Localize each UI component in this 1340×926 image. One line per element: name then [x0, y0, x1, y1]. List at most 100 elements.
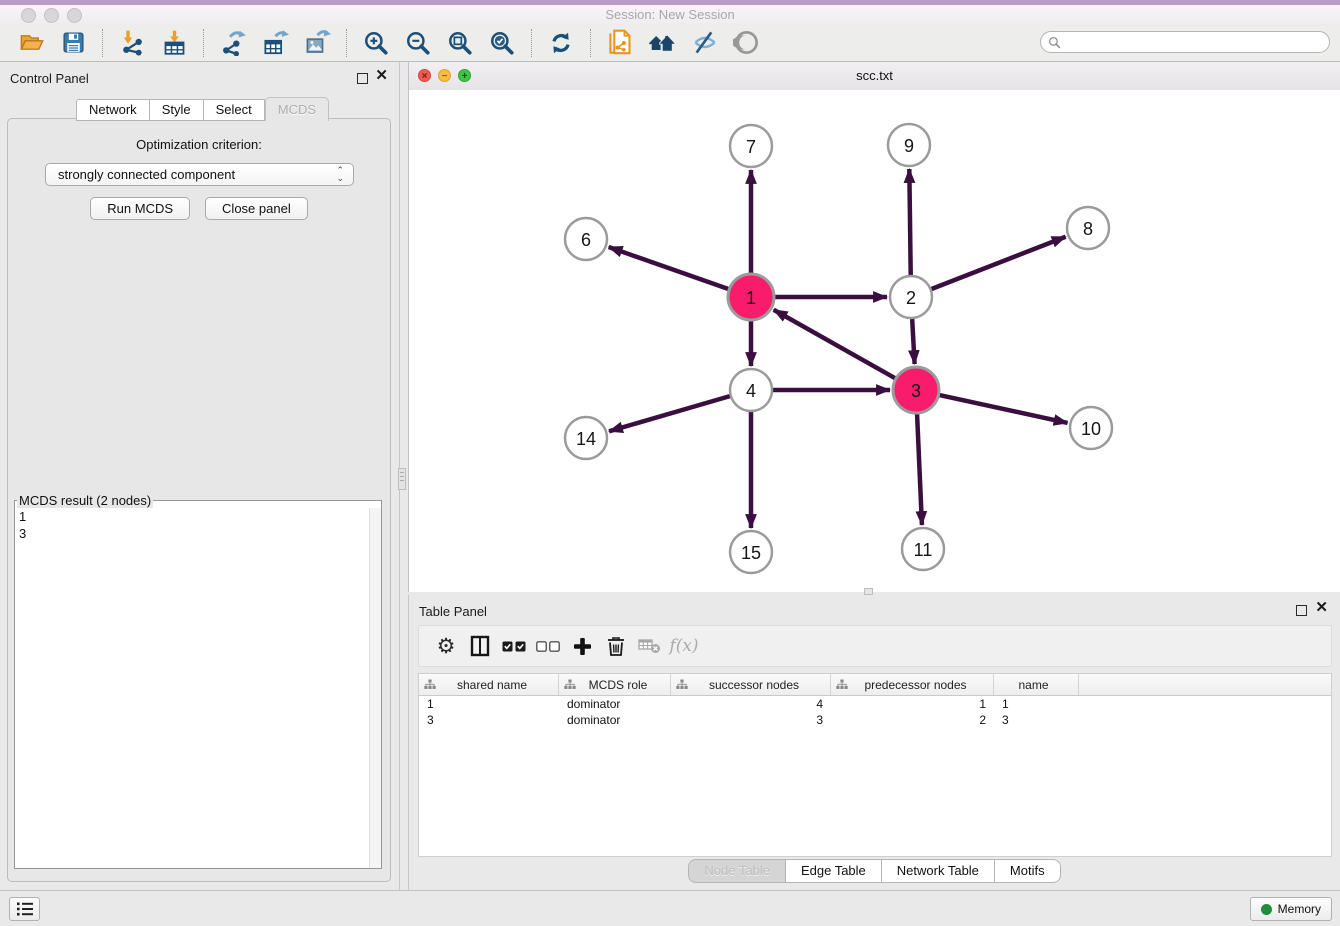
- tab-network[interactable]: Network: [76, 99, 150, 121]
- memory-status-icon: [1261, 904, 1272, 915]
- run-mcds-button[interactable]: Run MCDS: [90, 197, 190, 220]
- graph-edge[interactable]: [931, 237, 1065, 289]
- show-column-icon[interactable]: [463, 631, 497, 661]
- graph-edge[interactable]: [774, 310, 895, 378]
- refresh-view-icon[interactable]: [546, 28, 576, 58]
- network-window-title: scc.txt: [409, 68, 1340, 83]
- graph-edge[interactable]: [909, 169, 910, 275]
- float-panel-icon[interactable]: [357, 73, 368, 84]
- graph-node-label: 4: [746, 381, 756, 401]
- memory-label: Memory: [1278, 902, 1321, 916]
- graph-node-label: 14: [576, 429, 596, 449]
- graph-node-label: 10: [1081, 419, 1101, 439]
- graph-edge[interactable]: [939, 395, 1067, 423]
- add-column-icon[interactable]: [565, 631, 599, 661]
- table-row[interactable]: 3 dominator 3 2 3: [419, 712, 1331, 728]
- export-table-icon[interactable]: [260, 28, 290, 58]
- export-network-icon[interactable]: [218, 28, 248, 58]
- mcds-result-text: 1 3: [19, 508, 26, 542]
- import-network-icon[interactable]: [117, 28, 147, 58]
- network-window-titlebar[interactable]: × − + scc.txt: [409, 62, 1340, 91]
- graph-edge[interactable]: [609, 247, 729, 289]
- graph-node-label: 9: [904, 136, 914, 156]
- column-header-mcds-role[interactable]: MCDS role: [559, 674, 671, 695]
- close-table-panel-icon[interactable]: ✕: [1315, 599, 1328, 617]
- hide-selected-icon[interactable]: [689, 28, 719, 58]
- tab-network-table[interactable]: Network Table: [882, 859, 995, 883]
- first-neighbors-icon[interactable]: [647, 28, 677, 58]
- mcds-result-box[interactable]: MCDS result (2 nodes) 1 3: [14, 493, 382, 869]
- dropdown-stepper-icon: ⌃⌄: [336, 166, 344, 182]
- select-all-columns-icon[interactable]: [497, 631, 531, 661]
- attribute-tree-icon: [836, 679, 848, 690]
- main-toolbar: [0, 24, 1340, 62]
- table-settings-icon[interactable]: ⚙: [429, 631, 463, 661]
- float-table-panel-icon[interactable]: [1296, 605, 1307, 616]
- close-panel-button[interactable]: Close panel: [205, 197, 308, 220]
- graph-node-label: 3: [911, 381, 921, 401]
- column-header-name[interactable]: name: [994, 674, 1079, 695]
- node-table: shared name MCDS role successor nodes pr…: [418, 673, 1332, 857]
- criterion-dropdown[interactable]: strongly connected component ⌃⌄: [45, 163, 354, 186]
- unselect-all-columns-icon[interactable]: [531, 631, 565, 661]
- app-titlebar: Session: New Session: [0, 5, 1340, 24]
- open-session-icon[interactable]: [16, 28, 46, 58]
- tab-mcds[interactable]: MCDS: [265, 97, 329, 121]
- search-input[interactable]: [1066, 34, 1329, 50]
- function-builder-icon[interactable]: f(x): [667, 631, 701, 661]
- toolbar-search: [1040, 31, 1330, 53]
- status-bar: Memory: [0, 890, 1340, 926]
- column-header-predecessor-nodes[interactable]: predecessor nodes: [831, 674, 994, 695]
- show-all-icon[interactable]: [731, 28, 761, 58]
- control-panel-tabs: Network Style Select MCDS: [76, 97, 329, 121]
- graph-node-label: 8: [1083, 219, 1093, 239]
- zoom-selected-icon[interactable]: [487, 28, 517, 58]
- graph-edge[interactable]: [609, 396, 730, 431]
- control-panel-title: Control Panel: [10, 71, 89, 86]
- new-network-from-selection-icon[interactable]: [605, 28, 635, 58]
- attribute-tree-icon: [676, 679, 688, 690]
- tab-style[interactable]: Style: [150, 99, 204, 121]
- graph-node-label: 7: [746, 137, 756, 157]
- network-graph[interactable]: 7968124314101511: [409, 90, 1340, 592]
- export-image-icon[interactable]: [302, 28, 332, 58]
- graph-edge[interactable]: [912, 319, 914, 364]
- toolbar-separator: [203, 29, 204, 57]
- mcds-panel: Optimization criterion: strongly connect…: [7, 118, 391, 882]
- import-table-icon[interactable]: [159, 28, 189, 58]
- memory-button[interactable]: Memory: [1250, 897, 1332, 921]
- attribute-tree-icon: [564, 679, 576, 690]
- graph-node-label: 2: [906, 288, 916, 308]
- tab-edge-table[interactable]: Edge Table: [786, 859, 882, 883]
- network-canvas[interactable]: 7968124314101511: [409, 90, 1340, 592]
- delete-column-icon[interactable]: [599, 631, 633, 661]
- tab-node-table[interactable]: Node Table: [688, 859, 786, 883]
- zoom-out-icon[interactable]: [403, 28, 433, 58]
- close-panel-icon[interactable]: ✕: [375, 67, 388, 85]
- optimization-criterion-label: Optimization criterion:: [8, 137, 390, 152]
- network-view-window: × − + scc.txt 7968124314101511: [408, 62, 1340, 592]
- table-panel-title: Table Panel: [419, 604, 487, 619]
- graph-edge[interactable]: [917, 414, 922, 525]
- tab-select[interactable]: Select: [204, 99, 265, 121]
- list-icon: [16, 901, 34, 917]
- vertical-splitter-grip[interactable]: [398, 468, 406, 490]
- toolbar-separator: [102, 29, 103, 57]
- toolbar-separator: [531, 29, 532, 57]
- save-session-icon[interactable]: [58, 28, 88, 58]
- result-scrollbar[interactable]: [369, 508, 381, 868]
- zoom-in-icon[interactable]: [361, 28, 391, 58]
- table-row[interactable]: 1 dominator 4 1 1: [419, 696, 1331, 712]
- task-history-button[interactable]: [9, 897, 40, 921]
- delete-table-icon[interactable]: [633, 631, 667, 661]
- control-panel: Control Panel ✕ Network Style Select MCD…: [0, 62, 400, 890]
- graph-node-label: 1: [746, 288, 756, 308]
- graph-node-label: 11: [914, 540, 933, 560]
- mcds-result-title: MCDS result (2 nodes): [17, 493, 153, 508]
- zoom-fit-icon[interactable]: [445, 28, 475, 58]
- horizontal-splitter-grip[interactable]: [864, 588, 873, 595]
- tab-motifs[interactable]: Motifs: [995, 859, 1061, 883]
- column-header-successor-nodes[interactable]: successor nodes: [671, 674, 831, 695]
- column-header-shared-name[interactable]: shared name: [419, 674, 559, 695]
- toolbar-separator: [590, 29, 591, 57]
